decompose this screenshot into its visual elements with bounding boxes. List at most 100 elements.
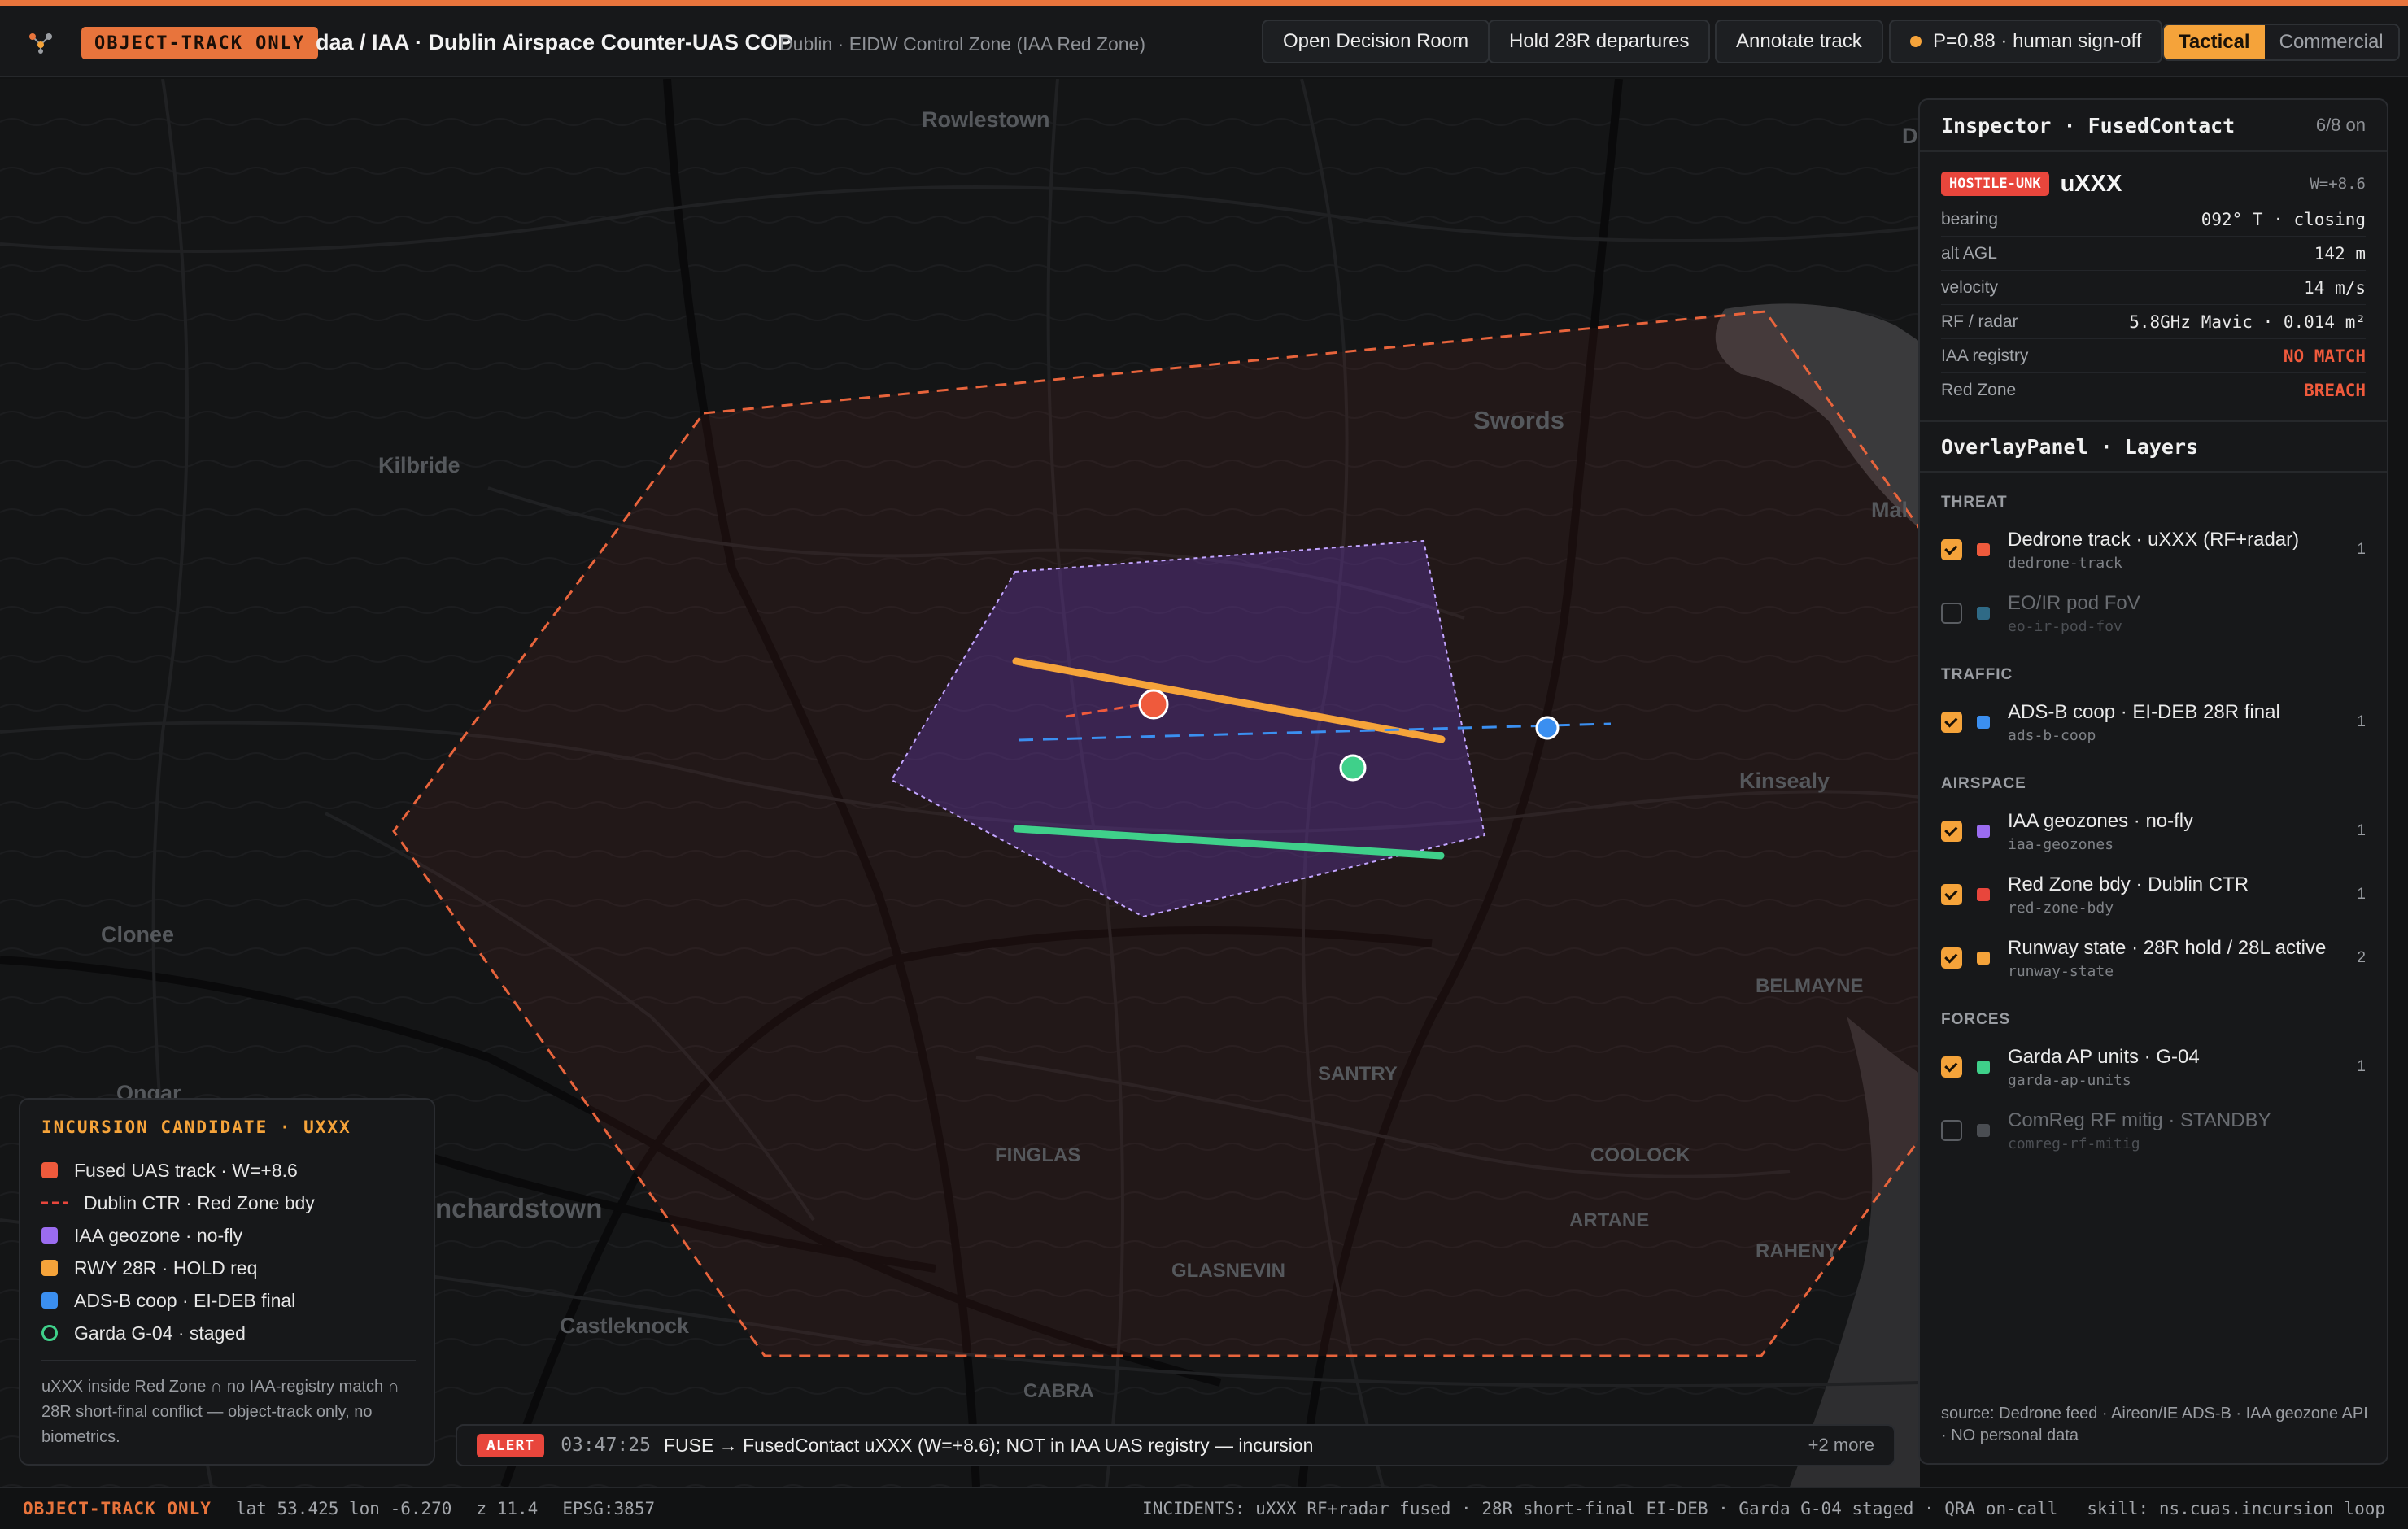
uas-contact-marker[interactable] [1138, 689, 1169, 720]
overlay-header: OverlayPanel · Layers [1920, 420, 2387, 473]
layer-count: 2 [2357, 949, 2366, 966]
layer-swatch [1977, 543, 1990, 556]
app-title: daa / IAA · Dublin Airspace Counter-UAS … [316, 30, 793, 54]
zoom-level: z 11.4 [476, 1499, 539, 1518]
inspector-title: Inspector · FusedContact [1941, 113, 2236, 137]
layer-name: Dedrone track · uXXX (RF+radar) [2008, 528, 2300, 551]
legend-item: Garda G-04 · staged [41, 1318, 246, 1348]
inspector-value: BREACH [2304, 381, 2366, 400]
layer-key: dedrone-track [2008, 554, 2122, 572]
open-decision-room-button[interactable]: Open Decision Room [1262, 20, 1490, 63]
inspector-key: RF / radar [1941, 311, 2018, 331]
alert-more-link[interactable]: +2 more [1808, 1435, 1874, 1456]
garda-unit-marker[interactable] [1339, 754, 1367, 782]
probability-signoff-button[interactable]: P=0.88 · human sign-off [1889, 20, 2163, 63]
layer-checkbox[interactable] [1941, 1056, 1962, 1078]
layer-name: ComReg RF mitig · STANDBY [2008, 1109, 2271, 1131]
app-subtitle: · Dublin · EIDW Control Zone (IAA Red Zo… [768, 33, 1145, 54]
legend-label: RWY 28R · HOLD req [74, 1257, 258, 1279]
top-accent-stripe [0, 0, 2408, 6]
dashed-line-icon [41, 1201, 68, 1204]
inspector-key: velocity [1941, 277, 1999, 297]
layer-checkbox[interactable] [1941, 603, 1962, 624]
legend-divider [41, 1360, 416, 1361]
place-label: CABRA [1023, 1380, 1094, 1402]
layer-row[interactable]: IAA geozones · no-fly iaa-geozones 1 [1920, 799, 2387, 863]
source-note: source: Dedrone feed · Aireon/IE ADS-B ·… [1941, 1405, 2368, 1444]
layer-swatch [1977, 716, 1990, 729]
place-label: Mal [1871, 498, 1909, 522]
layer-checkbox[interactable] [1941, 712, 1962, 733]
legend-swatch [41, 1292, 58, 1309]
layer-name: Red Zone bdy · Dublin CTR [2008, 873, 2249, 895]
inspector-header: Inspector · FusedContact 6/8 on [1920, 100, 2387, 152]
layer-checkbox[interactable] [1941, 539, 1962, 560]
layer-name: Garda AP units · G-04 [2008, 1045, 2200, 1068]
place-label: FINGLAS [995, 1144, 1081, 1166]
object-track-only-badge: OBJECT-TRACK ONLY [81, 27, 319, 59]
layer-key: comreg-rf-mitig [2008, 1135, 2140, 1152]
legend-item: ADS-B coop · EI-DEB final [41, 1285, 295, 1316]
annotate-track-button[interactable]: Annotate track [1715, 20, 1883, 63]
layer-row[interactable]: Runway state · 28R hold / 28L active runw… [1920, 926, 2387, 990]
legend-label: Garda G-04 · staged [74, 1322, 246, 1344]
layer-name: EO/IR pod FoV [2008, 591, 2140, 614]
layer-row[interactable]: Dedrone track · uXXX (RF+radar) dedrone-t… [1920, 518, 2387, 582]
layer-swatch [1977, 825, 1990, 838]
place-label: RAHENY [1756, 1240, 1839, 1262]
skill-label: skill: ns.cuas.incursion_loop [2087, 1499, 2385, 1518]
status-badge: OBJECT-TRACK ONLY [23, 1499, 212, 1518]
alert-message: FUSE → FusedContact uXXX (W=+8.6); NOT i… [663, 1434, 1314, 1456]
inspector-key: Red Zone [1941, 381, 2017, 399]
hold-28r-departures-button[interactable]: Hold 28R departures [1488, 20, 1711, 63]
layer-checkbox[interactable] [1941, 821, 1962, 842]
place-label: Clonee [101, 922, 175, 947]
layer-row[interactable]: Garda AP units · G-04 garda-ap-units 1 [1920, 1035, 2387, 1099]
overlay-title: OverlayPanel · Layers [1941, 434, 2199, 459]
inspector-row: IAA registry NO MATCH [1941, 339, 2366, 373]
place-label: GLASNEVIN [1171, 1260, 1286, 1282]
layer-key: eo-ir-pod-fov [2008, 617, 2122, 635]
logo-icon[interactable] [26, 28, 55, 58]
adsb-aircraft-marker[interactable] [1535, 716, 1560, 740]
inspector-key: bearing [1941, 209, 1999, 229]
inspector-row: alt AGL 142 m [1941, 237, 2366, 271]
inspector-value: 14 m/s [2304, 277, 2366, 298]
layer-row[interactable]: EO/IR pod FoV eo-ir-pod-fov [1920, 582, 2387, 645]
inspector-row: bearing 092° T · closing [1941, 203, 2366, 237]
mode-commercial-option[interactable]: Commercial [2264, 25, 2398, 59]
track-id: uXXX [2060, 170, 2122, 197]
place-label: BELMAYNE [1756, 975, 1864, 997]
layer-row[interactable]: ComReg RF mitig · STANDBY comreg-rf-mitig [1920, 1099, 2387, 1162]
mode-tactical-option[interactable]: Tactical [2164, 25, 2265, 59]
place-label: COOLOCK [1590, 1144, 1690, 1166]
group-label: FORCES [1941, 1011, 2011, 1028]
layer-row[interactable]: Red Zone bdy · Dublin CTR red-zone-bdy 1 [1920, 863, 2387, 926]
legend-label: Fused UAS track · W=+8.6 [74, 1159, 298, 1181]
alert-bar[interactable]: ALERT 03:47:25 FUSE → FusedContact uXXX … [456, 1424, 1895, 1466]
legend-item: RWY 28R · HOLD req [41, 1252, 257, 1283]
track-weight: W=+8.6 [2310, 175, 2366, 193]
inspector-key: IAA registry [1941, 346, 2029, 365]
layer-count: 1 [2357, 713, 2366, 730]
place-label: Swords [1473, 406, 1564, 434]
group-label: THREAT [1941, 494, 2008, 511]
legend-label: Dublin CTR · Red Zone bdy [84, 1191, 315, 1213]
place-label: SANTRY [1318, 1063, 1398, 1085]
place-label: ARTANE [1569, 1209, 1650, 1231]
inspector-key: alt AGL [1941, 243, 1997, 263]
legend-item: Dublin CTR · Red Zone bdy [41, 1187, 315, 1218]
incidents-summary: INCIDENTS: uXXX RF+radar fused · 28R sho… [1142, 1499, 2058, 1518]
layer-checkbox[interactable] [1941, 1120, 1962, 1141]
alert-badge: ALERT [477, 1433, 545, 1457]
layer-row[interactable]: ADS-B coop · EI-DEB 28R final ads-b-coop … [1920, 690, 2387, 754]
legend-panel: INCURSION CANDIDATE · UXXX Fused UAS tra… [19, 1098, 435, 1466]
projection: EPSG:3857 [562, 1499, 656, 1518]
layer-name: IAA geozones · no-fly [2008, 809, 2194, 832]
layer-swatch [1977, 1124, 1990, 1137]
layer-checkbox[interactable] [1941, 884, 1962, 905]
legend-label: IAA geozone · no-fly [74, 1224, 243, 1246]
inspector-row: velocity 14 m/s [1941, 271, 2366, 305]
layer-swatch [1977, 952, 1990, 965]
layer-checkbox[interactable] [1941, 947, 1962, 969]
